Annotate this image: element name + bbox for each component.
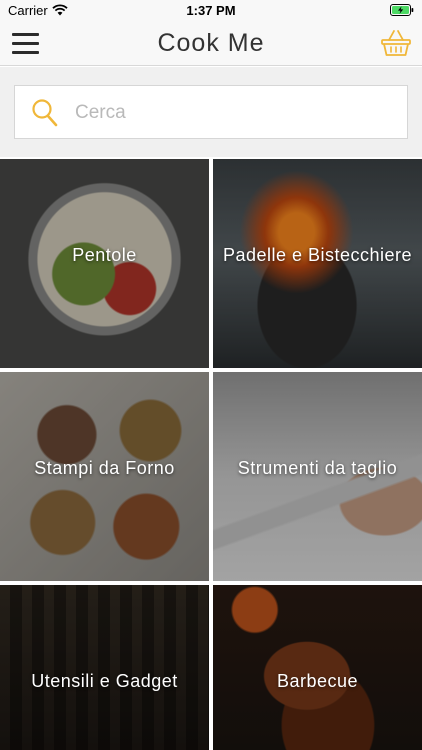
category-tile-padelle[interactable]: Padelle e Bistecchiere xyxy=(213,159,422,368)
search-box[interactable] xyxy=(14,85,408,139)
category-label: Padelle e Bistecchiere xyxy=(222,245,413,265)
search-icon xyxy=(32,99,58,127)
category-label: Strumenti da taglio xyxy=(237,458,398,478)
category-tile-strumenti[interactable]: Strumenti da taglio xyxy=(213,372,422,581)
category-label: Utensili e Gadget xyxy=(31,671,178,691)
app-title: Cook Me xyxy=(157,29,265,57)
shopping-basket-icon[interactable] xyxy=(380,28,412,58)
category-label: Barbecue xyxy=(276,671,359,691)
status-time: 1:37 PM xyxy=(186,3,236,18)
battery-charging-icon xyxy=(390,4,414,16)
category-label: Stampi da Forno xyxy=(34,458,175,478)
category-label: Pentole xyxy=(72,245,137,265)
category-tile-stampi[interactable]: Stampi da Forno xyxy=(0,372,209,581)
search-area xyxy=(0,67,422,157)
category-tile-barbecue[interactable]: Barbecue xyxy=(213,585,422,750)
search-input[interactable] xyxy=(75,96,395,130)
category-tile-pentole[interactable]: Pentole xyxy=(0,159,209,368)
navigation-bar: Cook Me xyxy=(0,22,422,66)
status-bar: Carrier 1:37 PM xyxy=(0,0,422,22)
category-tile-utensili[interactable]: Utensili e Gadget xyxy=(0,585,209,750)
